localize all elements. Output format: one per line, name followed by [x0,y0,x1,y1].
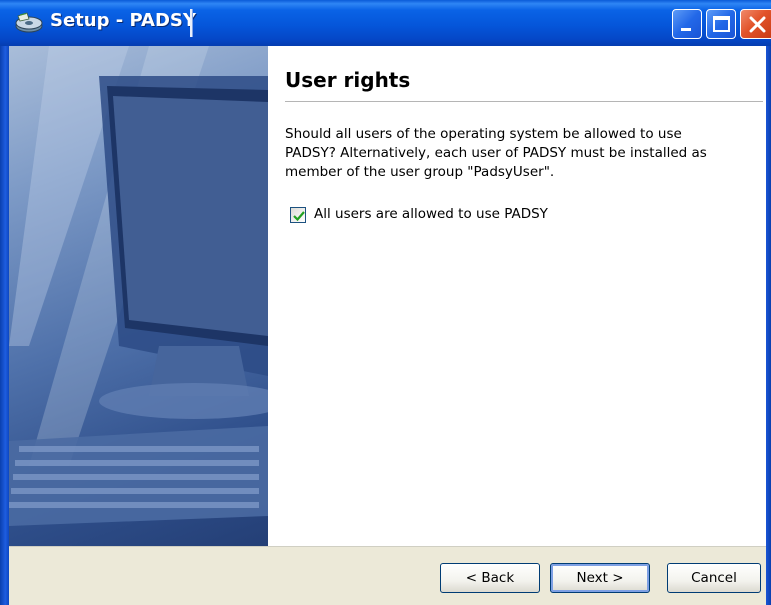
cancel-button[interactable]: Cancel [667,563,761,593]
window-frame-right [766,46,771,605]
wizard-side-image [9,46,268,546]
button-panel [9,546,766,605]
page-title: User rights [285,68,411,92]
setup-disk-icon [14,10,44,36]
checkmark-icon [293,211,305,222]
page-description: Should all users of the operating system… [285,125,760,182]
all-users-checkbox-label[interactable]: All users are allowed to use PADSY [314,206,548,222]
close-icon [749,16,766,33]
window-title: Setup - PADSY [50,10,196,31]
minimize-button[interactable] [672,9,702,39]
title-divider-line [285,101,763,102]
title-bar[interactable]: Setup - PADSY [0,0,771,46]
wizard-content-area [268,46,766,546]
title-divider [190,9,193,37]
description-line: PADSY? Alternatively, each user of PADSY… [285,145,707,161]
close-button[interactable] [740,9,771,39]
description-line: Should all users of the operating system… [285,126,682,142]
all-users-checkbox[interactable] [290,207,306,223]
maximize-button[interactable] [706,9,736,39]
minimize-icon [681,28,691,31]
maximize-icon [713,16,730,32]
description-line: member of the user group "PadsyUser". [285,164,555,180]
back-button[interactable]: < Back [440,563,540,593]
setup-window: Setup - PADSY User rights Should all use… [0,0,771,605]
next-button[interactable]: Next > [550,563,650,593]
window-frame-left [0,46,9,605]
